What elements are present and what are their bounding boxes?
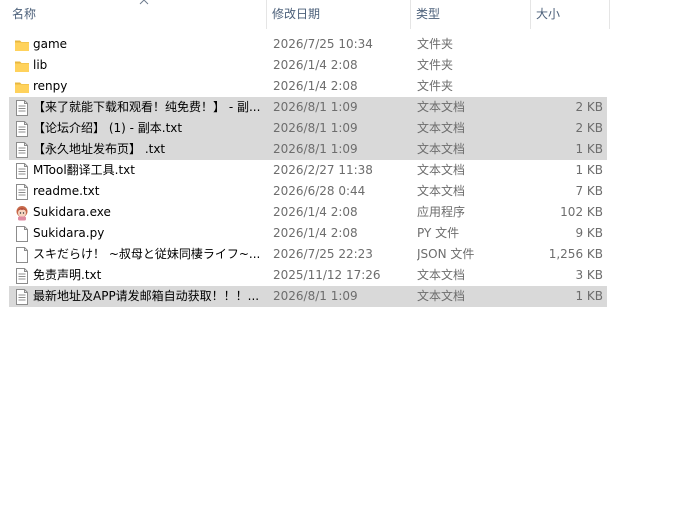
file-type: 文本文档: [417, 268, 466, 282]
file-row[interactable]: 【永久地址发布页】 .txt 2026/8/1 1:09 文本文档 1 KB: [0, 139, 610, 160]
file-row[interactable]: renpy 2026/1/4 2:08 文件夹: [0, 76, 610, 97]
file-date: 2026/1/4 2:08: [273, 205, 358, 219]
sort-ascending-icon: [139, 0, 149, 5]
file-size: 3 KB: [575, 268, 603, 282]
file-name: スキだらけ！ ~叔母と従妹同棲ライフ~...: [33, 247, 261, 261]
file-date: 2026/8/1 1:09: [273, 142, 358, 156]
file-date: 2026/6/28 0:44: [273, 184, 366, 198]
file-date: 2026/2/27 11:38: [273, 163, 373, 177]
file-date: 2026/1/4 2:08: [273, 58, 358, 72]
file-name: renpy: [33, 79, 68, 93]
file-type: 文件夹: [417, 37, 454, 51]
blank-file-icon: [14, 226, 30, 242]
file-name: readme.txt: [33, 184, 100, 198]
file-type: 文本文档: [417, 184, 466, 198]
file-name: lib: [33, 58, 48, 72]
column-header-date[interactable]: 修改日期: [267, 0, 411, 29]
file-name: Sukidara.py: [33, 226, 105, 240]
file-date: 2025/11/12 17:26: [273, 268, 381, 282]
file-name: MTool翻译工具.txt: [33, 163, 135, 177]
column-header-type[interactable]: 类型: [411, 0, 531, 29]
file-size: 7 KB: [575, 184, 603, 198]
file-row[interactable]: Sukidara.py 2026/1/4 2:08 PY 文件 9 KB: [0, 223, 610, 244]
column-header-name[interactable]: 名称: [8, 0, 267, 29]
file-name: 【来了就能下载和观看！纯免费！】 - 副...: [33, 100, 261, 114]
folder-icon: [14, 37, 30, 53]
file-date: 2026/8/1 1:09: [273, 289, 358, 303]
file-type: 文本文档: [417, 100, 466, 114]
file-type: 文件夹: [417, 58, 454, 72]
file-size: [531, 55, 603, 76]
column-header-date-label: 修改日期: [272, 7, 321, 21]
column-header-name-label: 名称: [12, 7, 37, 21]
column-header-size[interactable]: 大小: [531, 0, 610, 29]
column-header-type-label: 类型: [416, 7, 441, 21]
text-file-icon: [14, 184, 30, 200]
file-size: 1 KB: [575, 163, 603, 177]
file-date: 2026/1/4 2:08: [273, 79, 358, 93]
file-row[interactable]: 【来了就能下载和观看！纯免费！】 - 副... 2026/8/1 1:09 文本文档…: [0, 97, 610, 118]
text-file-icon: [14, 142, 30, 158]
text-file-icon: [14, 163, 30, 179]
file-date: 2026/1/4 2:08: [273, 226, 358, 240]
file-name: 【永久地址发布页】 .txt: [33, 142, 166, 156]
file-row[interactable]: MTool翻译工具.txt 2026/2/27 11:38 文本文档 1 KB: [0, 160, 610, 181]
file-name: Sukidara.exe: [33, 205, 111, 219]
file-date: 2026/8/1 1:09: [273, 100, 358, 114]
file-row[interactable]: 【论坛介绍】 (1) - 副本.txt 2026/8/1 1:09 文本文档 2 KB: [0, 118, 610, 139]
file-size: 2 KB: [575, 121, 603, 135]
file-row[interactable]: 免责声明.txt 2025/11/12 17:26 文本文档 3 KB: [0, 265, 610, 286]
file-size: [531, 34, 603, 55]
file-size: 1,256 KB: [548, 247, 603, 261]
folder-icon: [14, 79, 30, 95]
file-type: 文本文档: [417, 142, 466, 156]
folder-icon: [14, 58, 30, 74]
file-name: 【论坛介绍】 (1) - 副本.txt: [33, 121, 183, 135]
file-type: 文件夹: [417, 79, 454, 93]
blank-file-icon: [14, 247, 30, 263]
file-rows: game 2026/7/25 10:34 文件夹 lib 2026/1/4 2:08 文件…: [0, 34, 610, 307]
text-file-icon: [14, 100, 30, 116]
file-type: JSON 文件: [417, 247, 475, 261]
file-size: 1 KB: [575, 142, 603, 156]
file-size: [531, 76, 603, 97]
file-row[interactable]: game 2026/7/25 10:34 文件夹: [0, 34, 610, 55]
file-type: 文本文档: [417, 121, 466, 135]
file-type: 文本文档: [417, 163, 466, 177]
file-name: 最新地址及APP请发邮箱自动获取！！！...: [33, 289, 260, 303]
app-icon: [14, 205, 30, 221]
file-size: 9 KB: [575, 226, 603, 240]
file-row[interactable]: lib 2026/1/4 2:08 文件夹: [0, 55, 610, 76]
file-size: 1 KB: [575, 289, 603, 303]
file-row[interactable]: Sukidara.exe 2026/1/4 2:08 应用程序 102 KB: [0, 202, 610, 223]
file-name: game: [33, 37, 68, 51]
file-date: 2026/7/25 22:23: [273, 247, 373, 261]
file-date: 2026/7/25 10:34: [273, 37, 373, 51]
file-size: 102 KB: [560, 205, 603, 219]
file-type: 应用程序: [417, 205, 466, 219]
file-type: PY 文件: [417, 226, 460, 240]
text-file-icon: [14, 289, 30, 305]
file-type: 文本文档: [417, 289, 466, 303]
file-row[interactable]: readme.txt 2026/6/28 0:44 文本文档 7 KB: [0, 181, 610, 202]
column-header: 名称 修改日期 类型 大小: [0, 0, 610, 29]
text-file-icon: [14, 268, 30, 284]
column-header-size-label: 大小: [536, 7, 561, 21]
file-row[interactable]: 最新地址及APP请发邮箱自动获取！！！... 2026/8/1 1:09 文本文档 1…: [0, 286, 610, 307]
file-row[interactable]: スキだらけ！ ~叔母と従妹同棲ライフ~... 2026/7/25 22:23 JSO…: [0, 244, 610, 265]
file-list-view: 名称 修改日期 类型 大小 game 2026/7/25 10:34 文件夹 lib 2…: [0, 0, 678, 513]
file-size: 2 KB: [575, 100, 603, 114]
file-date: 2026/8/1 1:09: [273, 121, 358, 135]
file-name: 免责声明.txt: [33, 268, 102, 282]
text-file-icon: [14, 121, 30, 137]
